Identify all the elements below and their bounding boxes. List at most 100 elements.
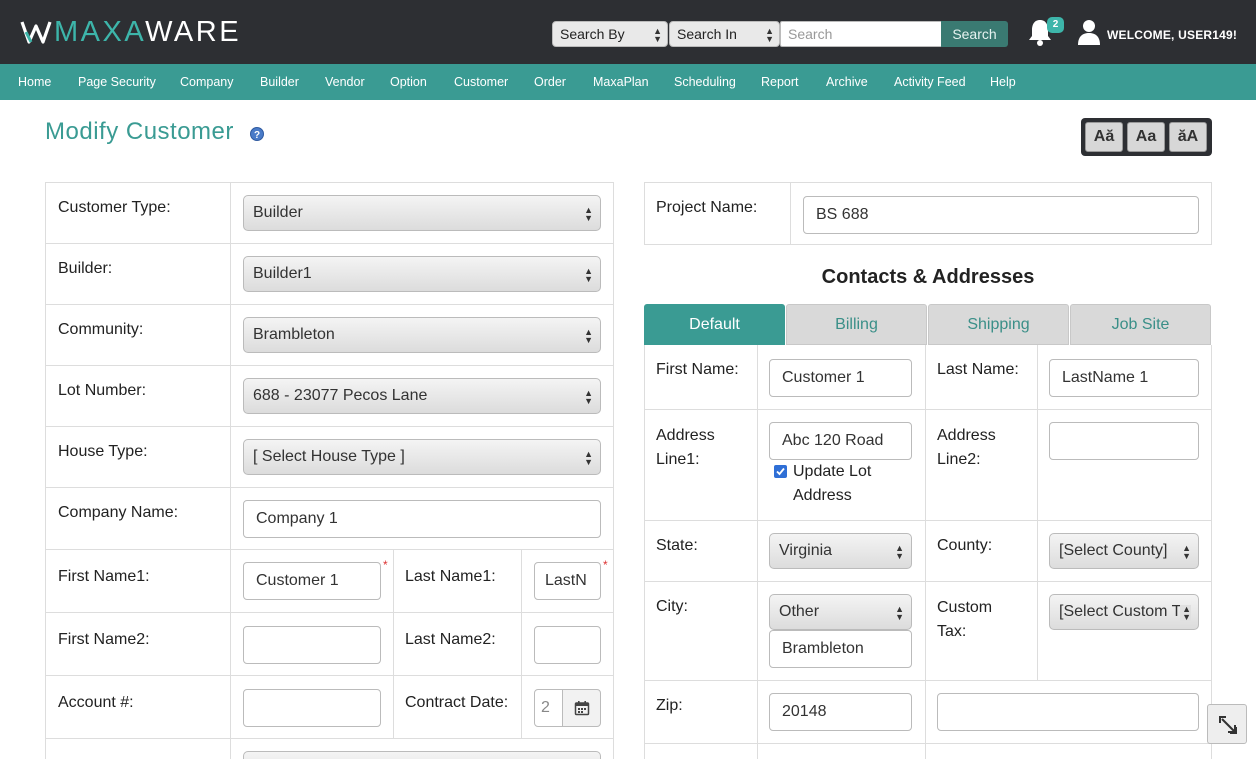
tab-shipping[interactable]: Shipping <box>928 304 1069 345</box>
custom-tax-label-line2: Tax: <box>937 623 967 640</box>
nav-item-builder[interactable]: Builder <box>260 75 299 89</box>
select-arrows-icon: ▲ ▼ <box>895 543 904 561</box>
state-value: Virginia <box>779 542 833 559</box>
update-lot-checkbox[interactable] <box>774 465 787 478</box>
checkmark-icon <box>776 467 785 476</box>
form-row-house-type: House Type: [ Select House Type ] ▲ ▼ <box>46 427 613 488</box>
font-size-toggle-group: Aă Aa ăA <box>1081 118 1212 156</box>
font-size-normal-button[interactable]: Aa <box>1127 122 1165 152</box>
select-arrows-icon: ▲ ▼ <box>584 266 593 284</box>
calendar-button[interactable] <box>562 689 601 727</box>
first-name2-label: First Name2: <box>58 631 150 648</box>
search-by-value: Search By <box>560 26 625 42</box>
community-value: Brambleton <box>253 326 335 343</box>
custom-tax-select[interactable]: [Select Custom T ▲ ▼ <box>1049 594 1199 630</box>
last-name1-input[interactable]: LastN <box>534 562 601 600</box>
custom-tax-label-line1: Custom <box>937 599 993 616</box>
company-name-input[interactable]: Company 1 <box>243 500 601 538</box>
form-row-name1: First Name1: Customer 1 * Last Name1: La… <box>46 550 613 613</box>
house-type-value: [ Select House Type ] <box>253 448 405 465</box>
customer-type-select[interactable]: Builder ▲ ▼ <box>243 195 601 231</box>
address2-input[interactable] <box>1049 422 1199 460</box>
address1-label: Address Line1: <box>656 424 715 472</box>
address2-label-line1: Address <box>937 427 996 444</box>
nav-item-report[interactable]: Report <box>761 75 799 89</box>
search-in-select[interactable]: Search In ▲ ▼ <box>669 21 780 47</box>
form-row-builder: Builder: Builder1 ▲ ▼ <box>46 244 613 305</box>
nav-item-archive[interactable]: Archive <box>826 75 868 89</box>
last-name2-input[interactable] <box>534 626 601 664</box>
form-row-name2: First Name2: Last Name2: <box>46 613 613 676</box>
last-name2-label: Last Name2: <box>405 631 496 648</box>
last-name-label: Last Name: <box>937 361 1019 378</box>
house-type-select[interactable]: [ Select House Type ] ▲ ▼ <box>243 439 601 475</box>
state-label: State: <box>656 537 698 554</box>
zip-input[interactable]: 20148 <box>769 693 912 731</box>
nav-item-home[interactable]: Home <box>18 75 51 89</box>
contract-date-input[interactable]: 2 <box>534 689 564 727</box>
column-divider <box>393 613 394 676</box>
first-name1-label: First Name1: <box>58 568 150 585</box>
city-other-input[interactable]: Brambleton <box>769 630 912 668</box>
help-icon[interactable]: ? <box>250 127 264 141</box>
column-divider <box>393 550 394 613</box>
calendar-icon <box>574 701 590 716</box>
tab-default[interactable]: Default <box>644 304 785 345</box>
first-name-label: First Name: <box>656 361 739 378</box>
last-name-input[interactable]: LastName 1 <box>1049 359 1199 397</box>
form-row-partial <box>46 739 613 759</box>
select-arrows-icon: ▲ ▼ <box>653 26 662 44</box>
builder-label: Builder: <box>58 260 113 277</box>
county-value: [Select County] <box>1059 542 1168 559</box>
user-icon[interactable] <box>1077 19 1101 45</box>
project-name-input[interactable]: BS 688 <box>803 196 1199 234</box>
search-button[interactable]: Search <box>941 21 1008 47</box>
company-name-label: Company Name: <box>58 504 179 521</box>
tab-job-site[interactable]: Job Site <box>1070 304 1211 345</box>
nav-item-maxaplan[interactable]: MaxaPlan <box>593 75 649 89</box>
lot-number-select[interactable]: 688 - 23077 Pecos Lane ▲ ▼ <box>243 378 601 414</box>
first-name1-input[interactable]: Customer 1 <box>243 562 381 600</box>
form-row-account: Account #: Contract Date: 2 <box>46 676 613 739</box>
nav-item-page-security[interactable]: Page Security <box>78 75 156 89</box>
first-name2-input[interactable] <box>243 626 381 664</box>
last-name1-label: Last Name1: <box>405 568 496 585</box>
account-input[interactable] <box>243 689 381 727</box>
nav-item-order[interactable]: Order <box>534 75 566 89</box>
nav-item-vendor[interactable]: Vendor <box>325 75 365 89</box>
nav-item-scheduling[interactable]: Scheduling <box>674 75 736 89</box>
font-size-large-button[interactable]: ăA <box>1169 122 1207 152</box>
community-select[interactable]: Brambleton ▲ ▼ <box>243 317 601 353</box>
welcome-text[interactable]: WELCOME, USER149! <box>1107 28 1237 42</box>
nav-item-company[interactable]: Company <box>180 75 234 89</box>
partial-select[interactable] <box>243 751 601 759</box>
zip-extra-input[interactable] <box>937 693 1199 731</box>
city-select[interactable]: Other ▲ ▼ <box>769 594 912 630</box>
community-label: Community: <box>58 321 144 338</box>
custom-tax-label: Custom Tax: <box>937 596 992 644</box>
search-input[interactable]: Search <box>780 21 941 47</box>
nav-item-customer[interactable]: Customer <box>454 75 508 89</box>
nav-item-help[interactable]: Help <box>990 75 1016 89</box>
first-name-input[interactable]: Customer 1 <box>769 359 912 397</box>
customer-form: Customer Type: Builder ▲ ▼ Builder: Build… <box>45 182 614 759</box>
select-arrows-icon: ▲ ▼ <box>584 449 593 467</box>
tab-billing[interactable]: Billing <box>786 304 927 345</box>
address1-input[interactable]: Abc 120 Road <box>769 422 912 460</box>
nav-item-option[interactable]: Option <box>390 75 427 89</box>
logo-text-maxa: MAXA <box>54 15 146 48</box>
update-lot-label-line1: Update Lot <box>793 463 872 480</box>
main-nav: Home Page Security Company Builder Vendo… <box>0 64 1256 100</box>
customer-type-label: Customer Type: <box>58 199 171 216</box>
nav-item-activity-feed[interactable]: Activity Feed <box>894 75 966 89</box>
form-row-city-tax: City: Other ▲ ▼ Brambleton Custom Tax: [Se… <box>645 582 1211 681</box>
form-row-company-name: Company Name: Company 1 <box>46 488 613 550</box>
county-select[interactable]: [Select County] ▲ ▼ <box>1049 533 1199 569</box>
logo[interactable]: MAXAWARE <box>20 15 241 48</box>
builder-select[interactable]: Builder1 ▲ ▼ <box>243 256 601 292</box>
search-by-select[interactable]: Search By ▲ ▼ <box>552 21 668 47</box>
state-select[interactable]: Virginia ▲ ▼ <box>769 533 912 569</box>
expand-button[interactable] <box>1207 704 1247 744</box>
font-size-small-button[interactable]: Aă <box>1085 122 1123 152</box>
form-row-customer-type: Customer Type: Builder ▲ ▼ <box>46 183 613 244</box>
